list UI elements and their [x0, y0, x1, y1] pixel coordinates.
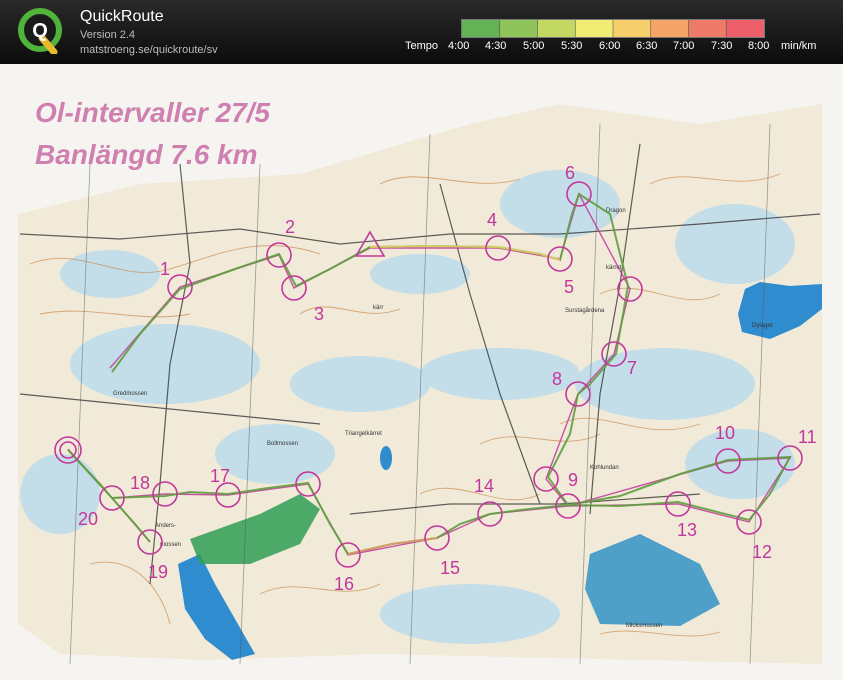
- course-length: Banlängd 7.6 km: [35, 139, 258, 170]
- place-name: Surstagårdena: [565, 307, 605, 314]
- tempo-tick: 6:30: [636, 40, 658, 52]
- quickroute-header: Q QuickRoute Version 2.4 matstroeng.se/q…: [0, 0, 843, 64]
- tempo-color-cell: [575, 20, 614, 37]
- control-number: 16: [334, 574, 354, 594]
- control-number: 18: [130, 473, 150, 493]
- control-number: 12: [752, 542, 772, 562]
- control-number: 1: [160, 259, 170, 279]
- control-number: 19: [148, 562, 168, 582]
- place-name: Micksmossen: [626, 623, 662, 629]
- tempo-tick: 4:30: [485, 40, 507, 52]
- tempo-tick: 5:30: [561, 40, 583, 52]
- control-number: 10: [715, 423, 735, 443]
- control-number: 9: [568, 470, 578, 490]
- tempo-tick: 4:00: [448, 40, 470, 52]
- control-number: 15: [440, 558, 460, 578]
- tempo-tick: 7:00: [673, 40, 695, 52]
- control-number: 7: [627, 358, 637, 378]
- tempo-color-cell: [688, 20, 727, 37]
- tempo-color-cell: [650, 20, 689, 37]
- control-number: 20: [78, 509, 98, 529]
- tempo-color-cell: [613, 20, 652, 37]
- control-number: 6: [565, 163, 575, 183]
- tempo-tick: 8:00: [748, 40, 770, 52]
- app-title: QuickRoute: [80, 8, 164, 25]
- place-name: Triangelkärret: [345, 431, 382, 437]
- place-name: mossen: [160, 542, 181, 548]
- tempo-color-scale: [461, 19, 765, 38]
- control-number: 11: [798, 427, 817, 447]
- tempo-label: Tempo: [405, 40, 439, 52]
- tempo-scale-labels: Tempo 4:00 4:30 5:00 5:30 6:00 6:30 7:00…: [0, 40, 843, 56]
- place-name: Bollmossen: [267, 441, 298, 447]
- tempo-tick: 5:00: [523, 40, 545, 52]
- control-number: 4: [487, 210, 497, 230]
- place-name: Kohlundan: [590, 465, 619, 471]
- orienteering-map[interactable]: Ol-intervaller 27/5 Banlängd 7.6 km Gred…: [0, 64, 843, 680]
- tempo-color-cell: [462, 20, 501, 37]
- tempo-color-cell: [537, 20, 576, 37]
- tempo-unit: min/km: [781, 40, 817, 52]
- control-number: 2: [285, 217, 295, 237]
- control-number: 17: [210, 466, 230, 486]
- place-name: kärr: [373, 305, 383, 311]
- logo-letter: Q: [32, 20, 48, 42]
- tempo-tick: 6:00: [599, 40, 621, 52]
- tempo-color-cell: [499, 20, 538, 37]
- place-name: Gredmossen: [113, 391, 147, 397]
- tempo-tick: 7:30: [711, 40, 733, 52]
- control-number: 14: [474, 476, 494, 496]
- control-number: 5: [564, 277, 574, 297]
- place-name: Dylaget: [752, 323, 773, 329]
- tempo-color-cell: [726, 20, 764, 37]
- control-number: 3: [314, 304, 324, 324]
- control-number: 8: [552, 369, 562, 389]
- map-canvas[interactable]: Ol-intervaller 27/5 Banlängd 7.6 km Gred…: [0, 64, 843, 680]
- place-name: Anders-: [155, 523, 176, 529]
- course-title: Ol-intervaller 27/5: [35, 97, 270, 128]
- control-number: 13: [677, 520, 697, 540]
